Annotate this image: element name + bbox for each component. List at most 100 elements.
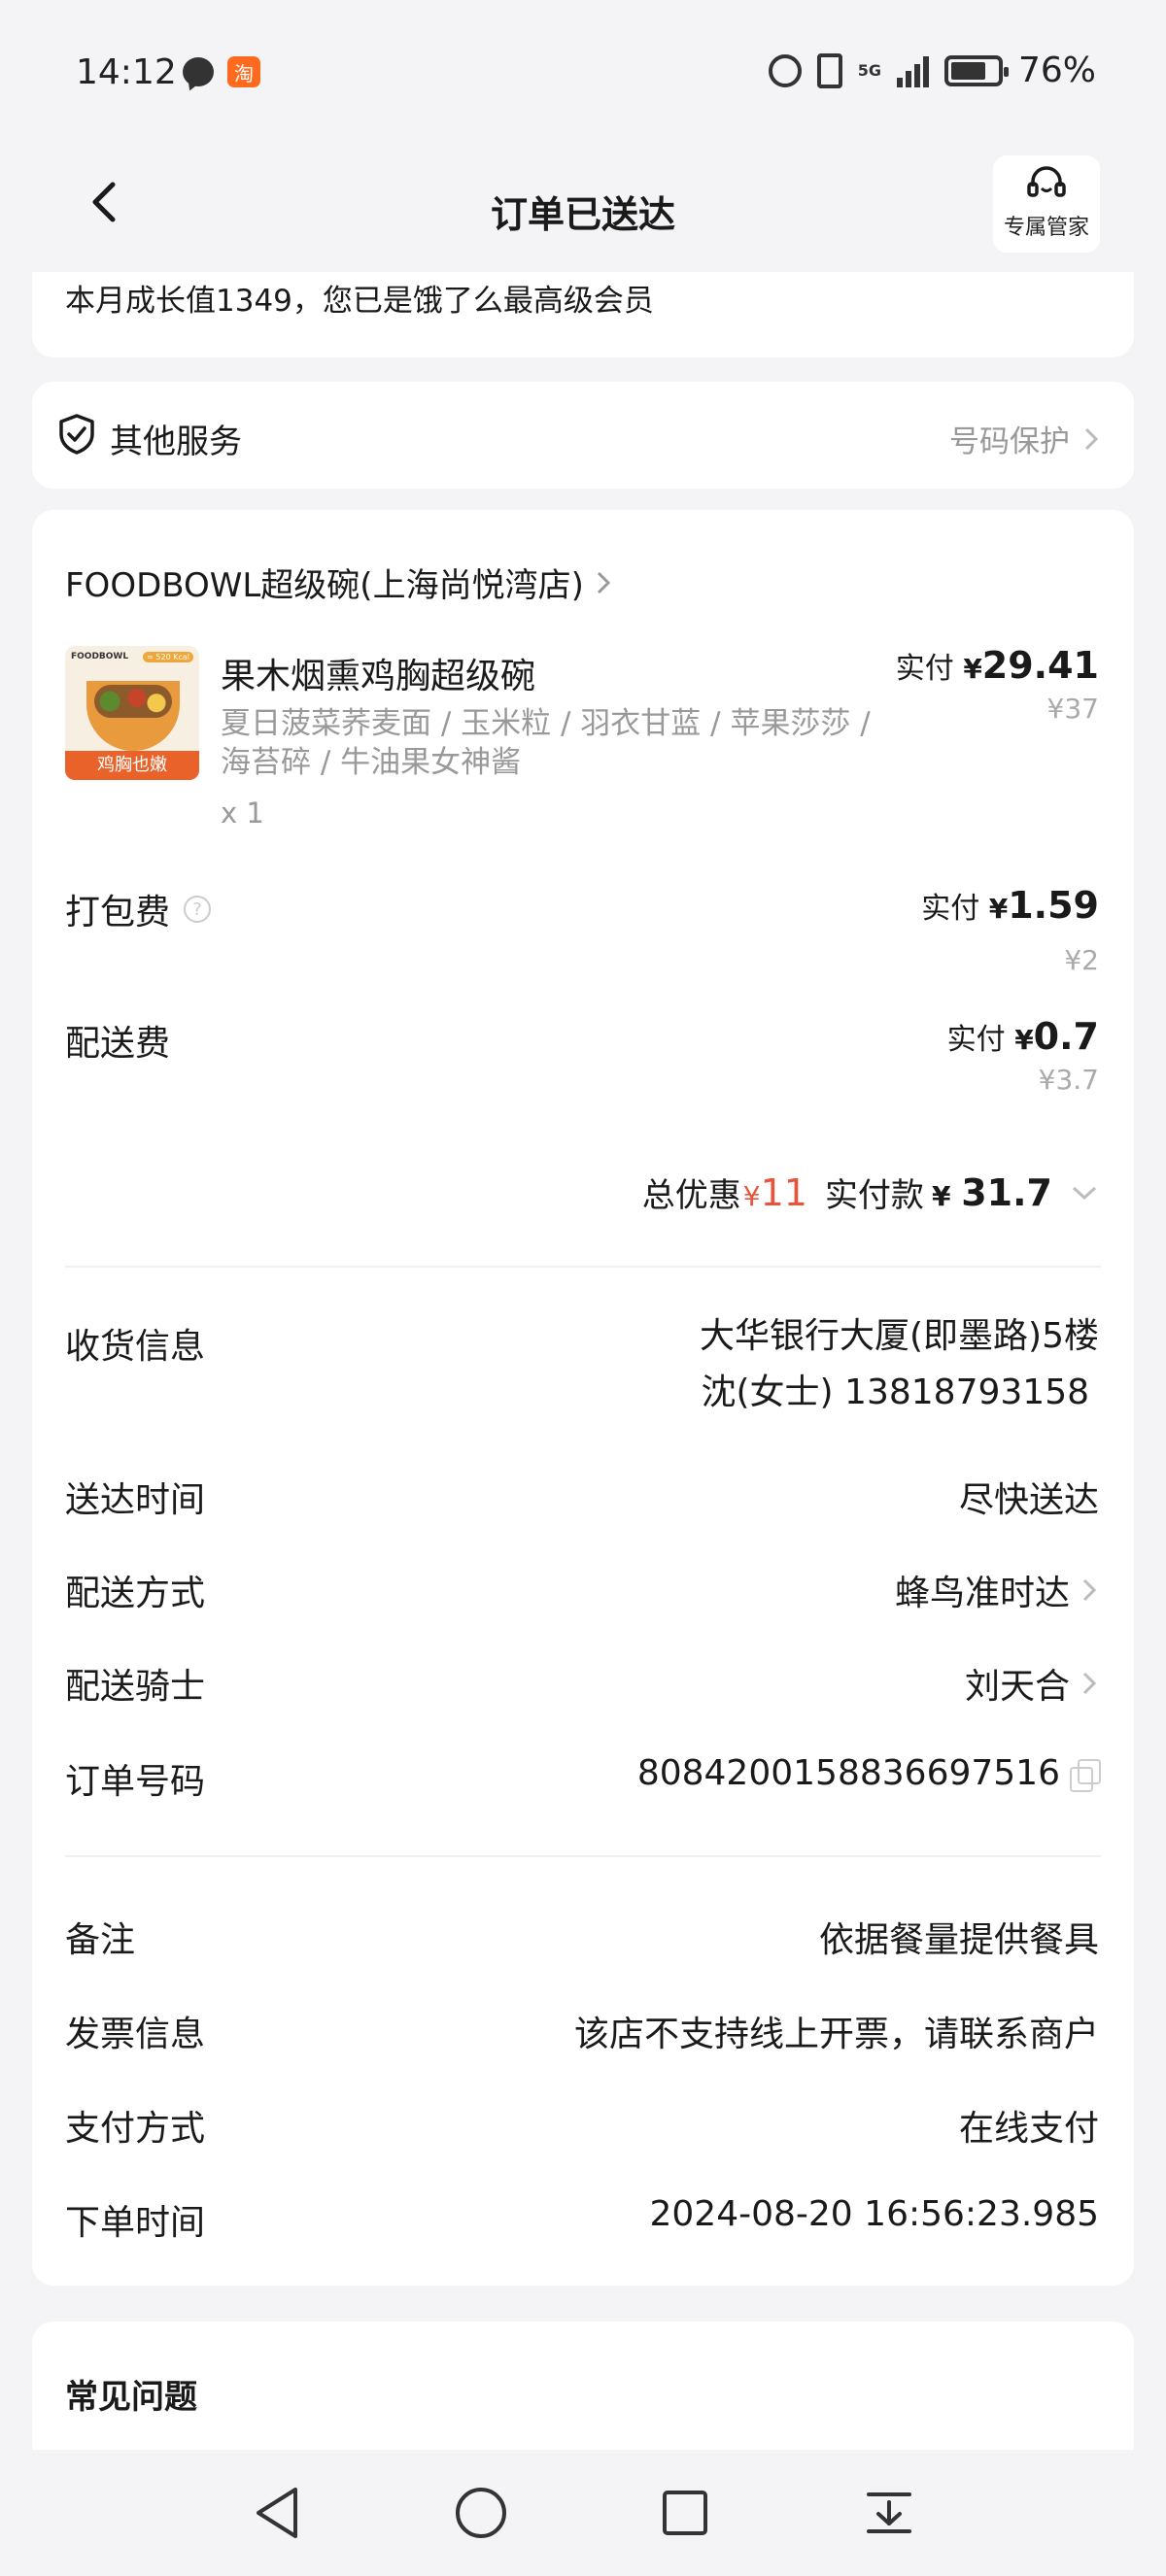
order-time-value: 2024-08-20 16:56:23.985 xyxy=(649,2194,1100,2234)
status-time: 14:12 xyxy=(76,52,177,92)
copy-icon[interactable] xyxy=(1070,1758,1101,1792)
invoice-label: 发票信息 xyxy=(65,2015,206,2054)
delivery-original-price: ¥3.7 xyxy=(1038,1064,1099,1096)
food-image-kcal: ≈ 520 Kcal xyxy=(143,652,193,662)
shop-name: FOODBOWL超级碗(上海尚悦湾店) xyxy=(65,566,584,605)
receiver-info-value: 大华银行大厦(即墨路)5楼 沈(女士) 13818793158 xyxy=(700,1308,1099,1421)
total-discount-label: 总优惠 xyxy=(641,1176,741,1215)
delivery-method-value-wrap: 蜂鸟准时达 xyxy=(895,1565,1099,1615)
invoice-row: 发票信息 该店不支持线上开票，请联系商户 xyxy=(65,2006,1099,2056)
order-detail-card: FOODBOWL超级碗(上海尚悦湾店) FOODBOWL ≈ 520 Kcal … xyxy=(32,510,1134,2286)
chevron-down-icon xyxy=(1072,1186,1097,1200)
square-recents-icon xyxy=(663,2491,707,2535)
receiver-info-label: 收货信息 xyxy=(65,1327,206,1367)
circle-home-icon xyxy=(456,2488,506,2538)
packing-fee-label-row: 打包费 ? xyxy=(65,884,212,934)
battery-icon xyxy=(943,54,1009,86)
food-image-tag: 鸡胸也嫩 xyxy=(65,751,199,780)
headset-icon xyxy=(1027,166,1066,197)
status-system-icons: 5G 76% xyxy=(768,51,1096,90)
other-services-title: 其他服务 xyxy=(110,423,242,461)
receiver-contact: 沈(女士) 13818793158 xyxy=(701,1373,1089,1412)
faq-title: 常见问题 xyxy=(65,2378,197,2417)
membership-card: 本月成长值1349，您已是饿了么最高级会员 xyxy=(32,272,1134,357)
delivery-fee-label-row: 配送费 xyxy=(65,1015,170,1066)
packing-fee-label: 打包费 xyxy=(65,893,171,932)
battery-percent: 76% xyxy=(1017,51,1096,90)
exclusive-steward-label: 专属管家 xyxy=(1003,216,1089,240)
number-protection-link[interactable]: 号码保护 xyxy=(949,417,1101,460)
food-price-block: 实付 ¥29.41 ¥37 xyxy=(895,644,1099,725)
receiver-address: 大华银行大厦(即墨路)5楼 xyxy=(700,1316,1099,1356)
packing-original-price: ¥2 xyxy=(1064,944,1099,976)
shield-check-icon xyxy=(59,414,94,455)
exclusive-steward-button[interactable]: 专属管家 xyxy=(993,155,1100,253)
chevron-right-icon xyxy=(1082,1672,1097,1695)
other-services-card[interactable]: 其他服务 号码保护 xyxy=(32,382,1134,489)
packing-fee-price-block: 实付 ¥1.59 ¥2 xyxy=(921,884,1099,976)
receiver-info-row: 收货信息 大华银行大厦(即墨路)5楼 沈(女士) 13818793158 xyxy=(65,1316,1099,1421)
invoice-value: 该店不支持线上开票，请联系商户 xyxy=(573,2015,1099,2054)
system-nav-bar xyxy=(0,2450,1166,2576)
rider-name: 刘天合 xyxy=(964,1667,1070,1707)
chevron-right-icon xyxy=(1084,427,1099,450)
nav-back-button[interactable] xyxy=(248,2484,306,2542)
delivery-paid-amount: 0.7 xyxy=(1033,1015,1099,1058)
message-icon xyxy=(183,57,214,86)
food-image[interactable]: FOODBOWL ≈ 520 Kcal 鸡胸也嫩 xyxy=(65,646,199,780)
delivery-paid-label: 实付 xyxy=(946,1023,1006,1057)
status-notification-icons: 淘 xyxy=(183,56,260,87)
order-number-row: 订单号码 8084200158836697516 xyxy=(65,1753,1101,1804)
total-discount-amount: ¥11 xyxy=(742,1170,807,1214)
payment-method-label: 支付方式 xyxy=(65,2109,206,2149)
nav-bar: 订单已送达 专属管家 xyxy=(0,146,1166,272)
triangle-back-icon xyxy=(257,2488,297,2538)
nav-recents-button[interactable] xyxy=(656,2484,714,2542)
remark-value: 依据餐量提供餐具 xyxy=(818,1920,1099,1960)
order-time-label: 下单时间 xyxy=(65,2203,206,2243)
remark-row: 备注 依据餐量提供餐具 xyxy=(65,1912,1099,1962)
chevron-right-icon xyxy=(597,571,610,593)
food-paid-label: 实付 xyxy=(895,652,954,686)
rider-value-wrap: 刘天合 xyxy=(965,1658,1099,1709)
arrive-time-row: 送达时间 尽快送达 xyxy=(65,1472,1099,1522)
alarm-icon xyxy=(768,53,802,87)
nav-notification-button[interactable] xyxy=(860,2484,918,2542)
network-type: 5G xyxy=(857,60,881,80)
food-description: 夏日菠菜荞麦面 / 玉米粒 / 羽衣甘蓝 / 苹果莎莎 / 海苔碎 / 牛油果女… xyxy=(221,706,871,780)
order-number-value-wrap: 8084200158836697516 xyxy=(636,1753,1101,1793)
payment-method-row: 支付方式 在线支付 xyxy=(65,2100,1099,2151)
nav-home-button[interactable] xyxy=(452,2484,510,2542)
growth-value-text: 本月成长值1349，您已是饿了么最高级会员 xyxy=(65,284,654,319)
rider-row[interactable]: 配送骑士 刘天合 xyxy=(65,1658,1099,1709)
total-paid-label: 实付款 xyxy=(824,1176,924,1215)
food-original-price: ¥37 xyxy=(1046,693,1099,725)
arrive-time-value: 尽快送达 xyxy=(958,1480,1099,1520)
delivery-method-value: 蜂鸟准时达 xyxy=(894,1574,1070,1613)
help-icon[interactable]: ? xyxy=(184,896,212,923)
packing-paid-label: 实付 xyxy=(921,892,980,926)
delivery-method-row[interactable]: 配送方式 蜂鸟准时达 xyxy=(65,1565,1099,1615)
signal-icon xyxy=(896,54,929,87)
payment-method-value: 在线支付 xyxy=(958,2109,1099,2149)
remark-label: 备注 xyxy=(65,1920,136,1960)
total-paid-amount: ¥ 31.7 xyxy=(931,1170,1052,1214)
pull-down-icon xyxy=(867,2492,911,2533)
arrive-time-label: 送达时间 xyxy=(65,1480,206,1520)
vibrate-icon xyxy=(816,52,842,88)
page-title: 订单已送达 xyxy=(490,193,675,236)
food-paid-amount: 29.41 xyxy=(981,644,1099,687)
order-number-label: 订单号码 xyxy=(65,1762,206,1802)
delivery-fee-price-block: 实付 ¥0.7 ¥3.7 xyxy=(946,1015,1099,1096)
divider xyxy=(65,1266,1101,1268)
order-number-value: 8084200158836697516 xyxy=(636,1753,1060,1793)
shop-name-link[interactable]: FOODBOWL超级碗(上海尚悦湾店) xyxy=(65,559,613,606)
food-quantity: x 1 xyxy=(221,797,264,830)
taobao-icon: 淘 xyxy=(227,56,260,87)
number-protection-label: 号码保护 xyxy=(949,424,1070,459)
food-name: 果木烟熏鸡胸超级碗 xyxy=(221,657,536,696)
order-total-row[interactable]: 总优惠 ¥11 实付款 ¥ 31.7 xyxy=(642,1169,1099,1216)
rider-label: 配送骑士 xyxy=(65,1667,206,1707)
status-bar: 14:12 淘 5G 76% xyxy=(0,0,1166,146)
divider xyxy=(65,1855,1101,1857)
